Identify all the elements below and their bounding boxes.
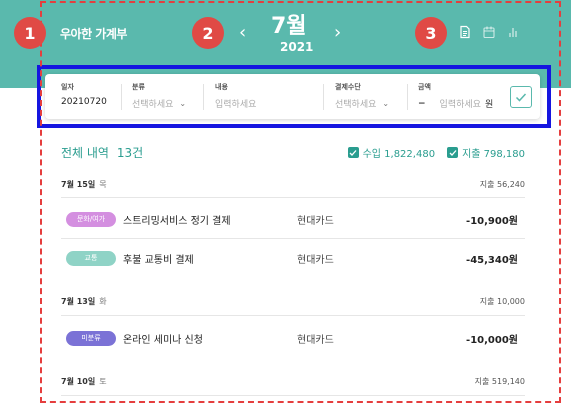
date-value[interactable]: 20210720 (61, 97, 107, 107)
category-placeholder: 선택하세요 (132, 100, 174, 110)
day-header: 7월 10일 토 지출 519,140 (61, 376, 525, 387)
category-badge: 교통 (66, 250, 116, 266)
day-of-week: 토 (99, 377, 107, 386)
check-icon (515, 93, 527, 102)
content-label: 내용 (215, 83, 228, 91)
transaction-description: 후불 교통비 결제 (123, 254, 194, 266)
day-date: 7월 15일 (61, 180, 96, 189)
day-total: 지출 519,140 (474, 377, 525, 386)
day-total: 지출 56,240 (479, 180, 525, 189)
transaction-payment-method: 현대카드 (297, 254, 334, 266)
calendar-icon[interactable] (482, 25, 496, 39)
annotation-badge-3: 3 (415, 17, 447, 49)
checkbox-checked-icon (347, 147, 359, 158)
divider (121, 84, 122, 110)
chart-icon[interactable] (506, 25, 520, 39)
annotation-badge-2: 2 (192, 17, 224, 49)
filter-group: 수입 1,822,480 지출 798,180 (336, 145, 525, 160)
expense-filter-checkbox[interactable]: 지출 798,180 (447, 145, 525, 160)
transaction-payment-method: 현대카드 (297, 334, 334, 346)
category-label: 분류 (132, 83, 145, 91)
day-header: 7월 13일 화 지출 10,000 (61, 296, 525, 307)
checkbox-checked-icon (447, 147, 459, 158)
category-badge: 문화/여가 (66, 211, 116, 227)
category-select[interactable]: 분류 선택하세요 ⌄ (132, 82, 186, 110)
list-heading: 전체 내역 13건 (61, 144, 147, 161)
day-of-week: 화 (99, 297, 107, 306)
submit-button[interactable] (510, 86, 532, 108)
current-year: 2021 (280, 40, 314, 54)
date-field[interactable]: 일자 20210720 (61, 82, 107, 107)
expense-filter-label: 지출 798,180 (462, 149, 525, 160)
payment-label: 결제수단 (335, 83, 361, 91)
transaction-amount: -10,900원 (466, 215, 518, 227)
date-label: 일자 (61, 83, 74, 91)
amount-input[interactable]: 금액 − 입력하세요 원 (418, 82, 493, 110)
transaction-row[interactable]: 미분류 온라인 세미나 신청 현대카드 -10,000원 (61, 327, 525, 349)
list-count: 13건 (116, 146, 144, 160)
next-month-button[interactable]: › (334, 22, 341, 43)
transaction-amount: -45,340원 (466, 254, 518, 266)
amount-label: 금액 (418, 83, 431, 91)
divider (61, 315, 525, 316)
transaction-description: 스트리밍서비스 정기 결제 (123, 215, 231, 227)
divider (61, 395, 525, 396)
app-title[interactable]: 우아한 가계부 (60, 25, 127, 42)
entry-form: 일자 20210720 분류 선택하세요 ⌄ 내용 입력하세요 결제수단 선택하세… (45, 74, 540, 119)
list-title: 전체 내역 (61, 146, 109, 160)
amount-placeholder: 입력하세요 (439, 100, 481, 110)
amount-unit: 원 (484, 100, 494, 110)
day-header: 7월 15일 목 지출 56,240 (61, 179, 525, 190)
current-month: 7월 (271, 14, 307, 39)
divider (61, 238, 525, 239)
day-total: 지출 10,000 (479, 297, 525, 306)
transaction-description: 온라인 세미나 신청 (123, 334, 203, 346)
chevron-down-icon[interactable]: ⌄ (382, 99, 389, 108)
chevron-down-icon[interactable]: ⌄ (179, 99, 186, 108)
content-placeholder: 입력하세요 (215, 100, 257, 110)
divider (407, 84, 408, 110)
divider (203, 84, 204, 110)
day-date: 7월 13일 (61, 297, 96, 306)
payment-placeholder: 선택하세요 (335, 100, 377, 110)
amount-sign-toggle[interactable]: − (418, 99, 426, 109)
transaction-row[interactable]: 교통 후불 교통비 결제 현대카드 -45,340원 (61, 247, 525, 269)
day-date: 7월 10일 (61, 377, 96, 386)
document-icon[interactable] (458, 25, 472, 39)
annotation-badge-1: 1 (14, 17, 46, 49)
divider (323, 84, 324, 110)
category-badge: 미분류 (66, 330, 116, 346)
transaction-amount: -10,000원 (466, 334, 518, 346)
payment-select[interactable]: 결제수단 선택하세요 ⌄ (335, 82, 389, 110)
income-filter-checkbox[interactable]: 수입 1,822,480 (347, 145, 436, 160)
income-filter-label: 수입 1,822,480 (362, 149, 436, 160)
transaction-payment-method: 현대카드 (297, 215, 334, 227)
transaction-row[interactable]: 문화/여가 스트리밍서비스 정기 결제 현대카드 -10,900원 (61, 208, 525, 230)
day-of-week: 목 (99, 180, 107, 189)
content-input[interactable]: 내용 입력하세요 (215, 82, 256, 110)
prev-month-button[interactable]: ‹ (239, 22, 246, 43)
divider (61, 197, 525, 198)
